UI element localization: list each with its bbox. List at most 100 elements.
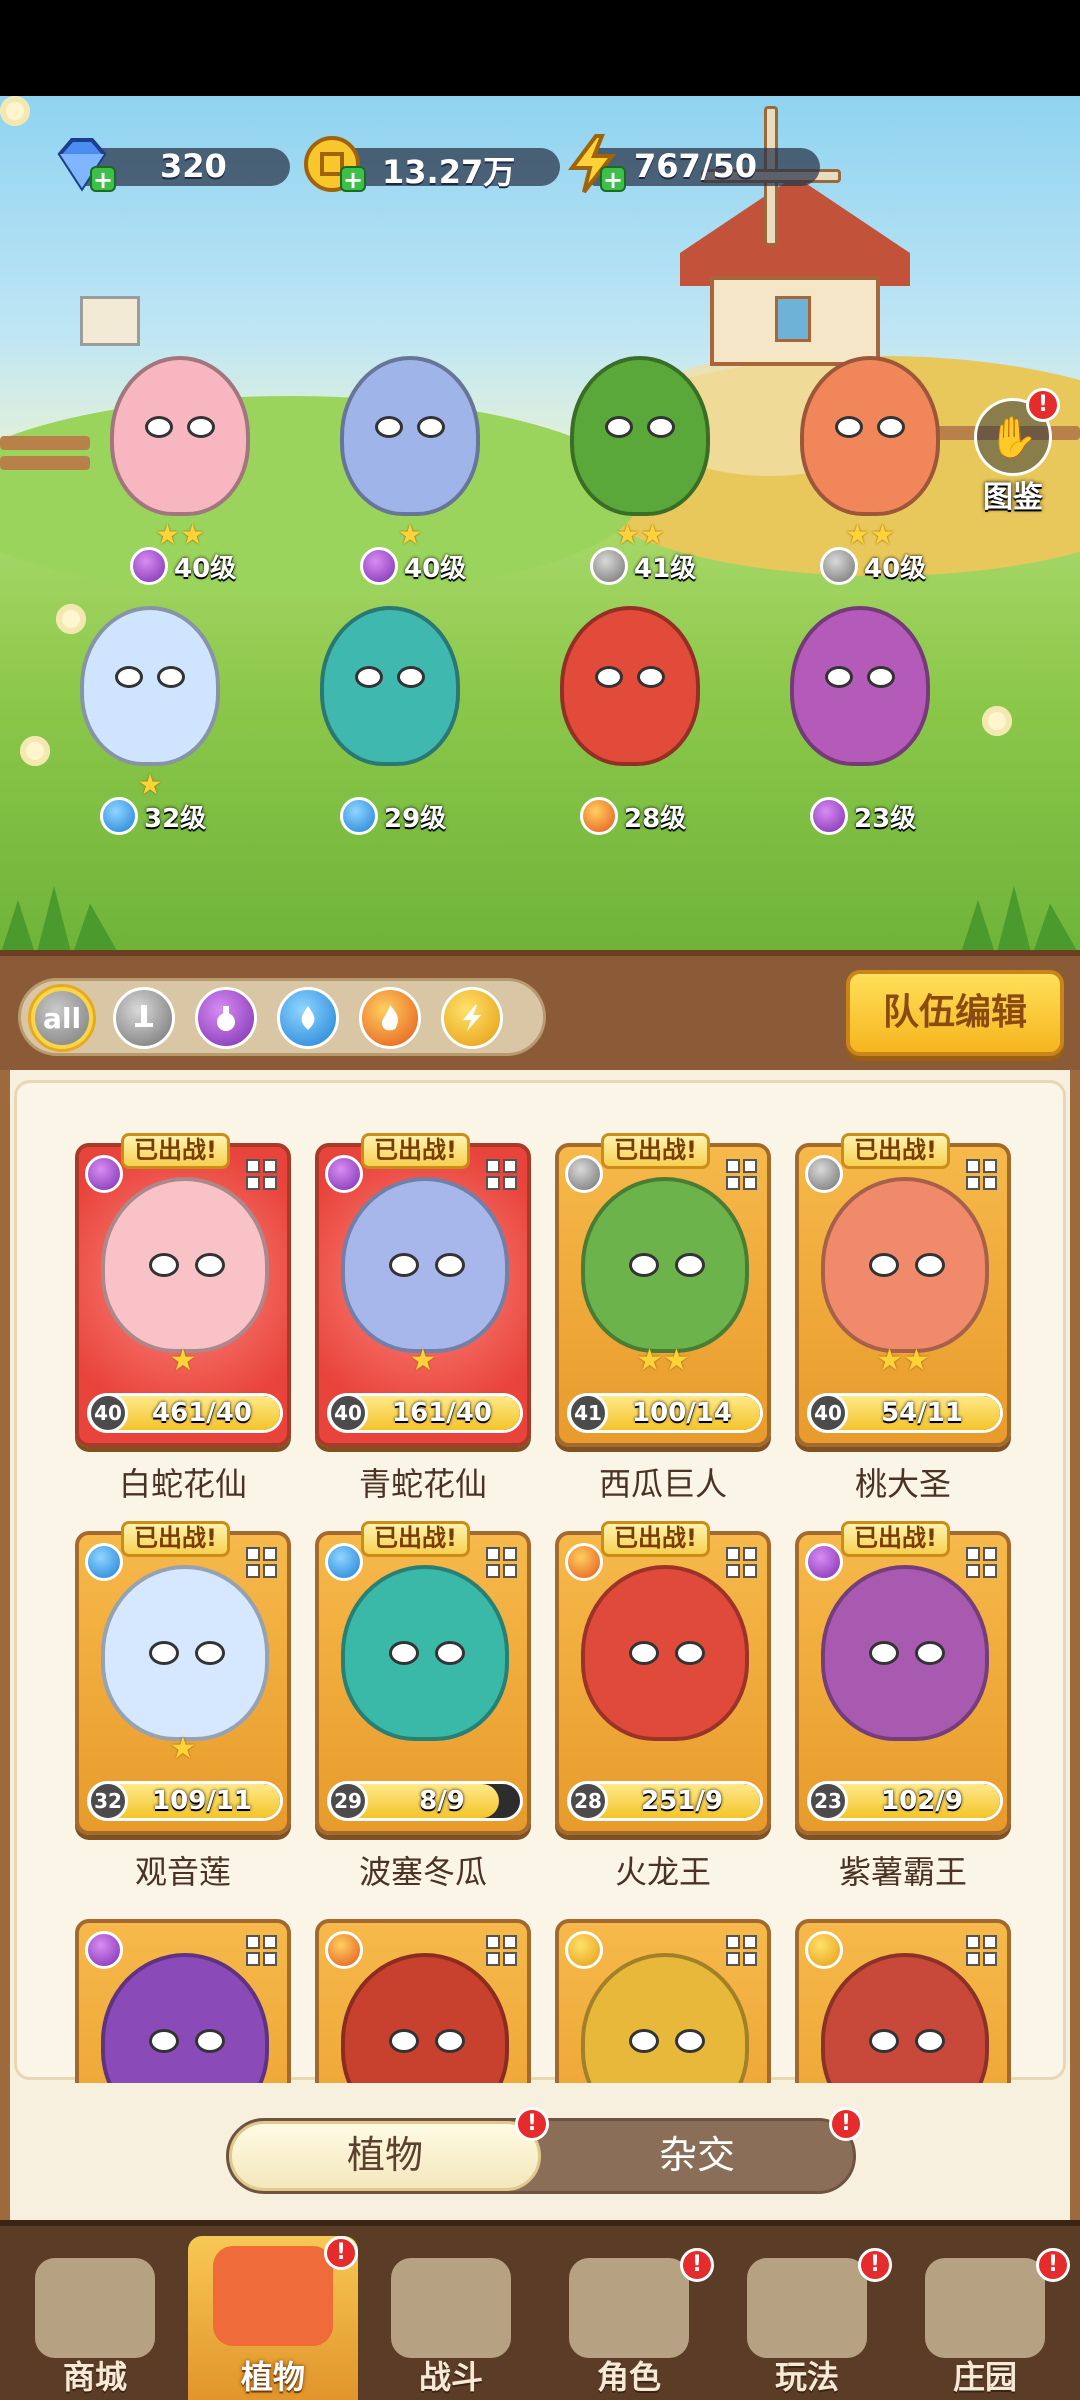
filter-all[interactable]: all: [31, 987, 93, 1049]
add-energy-button[interactable]: +: [600, 166, 626, 192]
team-hero[interactable]: ★★ 40级: [90, 346, 270, 585]
card-frame[interactable]: ★ 40 161/40: [315, 1143, 531, 1447]
slot-grid-icon: [966, 1159, 997, 1190]
team-hero[interactable]: 23级: [770, 596, 950, 835]
slot-grid-icon: [726, 1159, 757, 1190]
card-frame[interactable]: 29 8/9: [315, 1531, 531, 1835]
tab-hybrid[interactable]: 杂交: [541, 2121, 853, 2191]
card-frame[interactable]: 23 102/9: [795, 1531, 1011, 1835]
card-frame[interactable]: ★★ 41 100/14: [555, 1143, 771, 1447]
nav-label: 玩法: [774, 2358, 839, 2396]
fragment-count: 100/14: [632, 1398, 732, 1428]
card-frame[interactable]: [555, 1919, 771, 2083]
battle-icon: [391, 2258, 511, 2358]
team-hero[interactable]: 29级: [300, 596, 480, 835]
slot-grid-icon: [966, 1935, 997, 1966]
nav-character[interactable]: 角色!: [544, 2248, 714, 2400]
hero-level: 23级: [810, 796, 916, 836]
collection-tab-switch[interactable]: 植物 杂交 ! !: [226, 2107, 863, 2194]
plant-level-badge: 29: [328, 1781, 368, 1821]
plant-name: 观音莲: [134, 1853, 231, 1891]
hero-level-text: 40级: [174, 553, 237, 584]
team-hero[interactable]: ★★ 41级: [550, 346, 730, 585]
filter-fire-icon[interactable]: [359, 987, 421, 1049]
team-hero[interactable]: ★★ 40级: [780, 346, 960, 585]
card-frame[interactable]: [315, 1919, 531, 2083]
potion-icon: [805, 1543, 843, 1581]
plant-eyes: [389, 1253, 465, 1277]
tab-plants[interactable]: 植物: [229, 2121, 541, 2191]
nav-shop[interactable]: 商城: [10, 2248, 180, 2400]
flower: [982, 706, 1012, 736]
plant-level-badge: 41: [568, 1393, 608, 1433]
gems-counter[interactable]: + 320: [50, 138, 290, 192]
fragment-progress-bar: 28 251/9: [567, 1781, 763, 1821]
element-filter: all: [18, 978, 546, 1056]
plant-eyes: [629, 1641, 705, 1665]
fence: [0, 456, 90, 470]
nav-manor[interactable]: 庄园!: [900, 2248, 1070, 2400]
star-rating: ★★: [876, 1343, 930, 1378]
plant-level-badge: 23: [808, 1781, 848, 1821]
card-frame[interactable]: ★ 32 109/11: [75, 1531, 291, 1835]
deployed-badge: 已出战!: [601, 1133, 710, 1169]
hero-eyes: [605, 416, 675, 438]
nav-plants[interactable]: 植物!: [188, 2236, 358, 2400]
nav-battle[interactable]: 战斗: [366, 2248, 536, 2400]
sword-icon: [590, 547, 628, 585]
codex-button[interactable]: ✋ 图鉴 !: [966, 388, 1060, 518]
card-frame[interactable]: 28 251/9: [555, 1531, 771, 1835]
plant-eyes: [629, 2029, 705, 2053]
filter-sword-icon[interactable]: [113, 987, 175, 1049]
hero-level: 40级: [130, 546, 236, 586]
plant-eyes: [149, 1253, 225, 1277]
hero-sprite: [320, 606, 460, 766]
add-gems-button[interactable]: +: [90, 166, 116, 192]
energy-counter[interactable]: + 767/50: [560, 134, 820, 194]
potion-icon: [85, 1931, 123, 1969]
plant-name: 青蛇花仙: [358, 1465, 487, 1503]
team-hero[interactable]: ★ 32级: [60, 596, 240, 835]
team-edit-button[interactable]: 队伍编辑: [846, 970, 1064, 1056]
potion-icon: [325, 1155, 363, 1193]
nav-label: 庄园: [952, 2358, 1017, 2396]
filter-water-icon[interactable]: [277, 987, 339, 1049]
hero-level: 40级: [820, 546, 926, 586]
water-drop-icon: [325, 1543, 363, 1581]
nav-label: 植物: [240, 2358, 305, 2396]
nav-label: 战斗: [418, 2358, 483, 2396]
filter-bolt-icon[interactable]: [441, 987, 503, 1049]
nav-gameplay[interactable]: 玩法!: [722, 2248, 892, 2400]
fragment-progress-bar: 40 461/40: [87, 1393, 283, 1433]
water-drop-icon: [100, 797, 138, 835]
add-coins-button[interactable]: +: [340, 166, 366, 192]
card-grid[interactable]: ★ 40 461/40 已出战! 白蛇花仙 ★ 40 161/40 已出战! 青蛇花仙 ★★ 41 10…: [17, 1083, 1069, 2083]
team-hero[interactable]: ★ 40级: [320, 346, 500, 585]
plant-eyes: [869, 2029, 945, 2053]
filter-potion-icon[interactable]: [195, 987, 257, 1049]
fragment-progress-bar: 23 102/9: [807, 1781, 1003, 1821]
hero-sprite: [570, 356, 710, 516]
card-frame[interactable]: ★ 40 461/40: [75, 1143, 291, 1447]
fragment-count: 251/9: [641, 1786, 723, 1816]
card-frame[interactable]: [75, 1919, 291, 2083]
flower: [0, 96, 30, 126]
plant-level-badge: 40: [88, 1393, 128, 1433]
fragment-progress-bar: 40 54/11: [807, 1393, 1003, 1433]
hero-level: 41级: [590, 546, 696, 586]
coins-value: 13.27万: [382, 153, 516, 191]
plant-portrait: [101, 1953, 269, 2083]
hero-level-text: 29级: [384, 803, 447, 834]
deployed-badge: 已出战!: [361, 1521, 470, 1557]
team-hero[interactable]: 28级: [540, 596, 720, 835]
fragment-count: 109/11: [152, 1786, 252, 1816]
notification-badge: !: [515, 2107, 549, 2141]
notification-badge: !: [829, 2107, 863, 2141]
slot-grid-icon: [486, 1935, 517, 1966]
card-frame[interactable]: [795, 1919, 1011, 2083]
card-frame[interactable]: ★★ 40 54/11: [795, 1143, 1011, 1447]
potion-icon: [360, 547, 398, 585]
grass-tuft: [0, 886, 120, 950]
hero-level-text: 28级: [624, 803, 687, 834]
coins-counter[interactable]: + 13.27万: [300, 136, 560, 192]
